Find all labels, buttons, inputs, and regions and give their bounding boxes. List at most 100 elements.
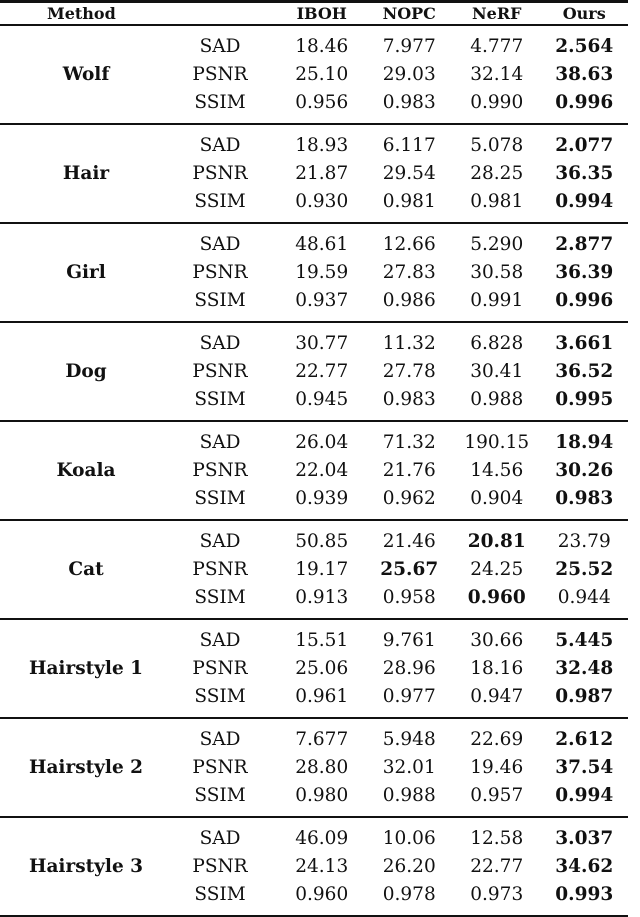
metric-label: PSNR <box>192 558 248 580</box>
metric-value-nerf: 190.15 <box>464 431 530 453</box>
metric-value-iboh: 50.85 <box>295 530 349 552</box>
band-spacer <box>0 413 628 421</box>
metric-value-ours: 0.994 <box>555 784 614 806</box>
metric-label: SSIM <box>194 190 246 212</box>
metric-value-ours: 37.54 <box>555 756 614 778</box>
metric-value-iboh: 15.51 <box>295 629 349 651</box>
metric-value-iboh: 46.09 <box>295 827 349 849</box>
metric-label: SAD <box>199 332 241 354</box>
metric-value-iboh: 0.980 <box>295 784 349 806</box>
metric-value-nopc: 26.20 <box>382 855 436 877</box>
metric-value-ours: 2.564 <box>555 35 614 57</box>
metric-value-nerf: 22.77 <box>470 855 524 877</box>
metric-label: SSIM <box>194 388 246 410</box>
metric-value-ours: 0.987 <box>555 685 614 707</box>
metric-value-iboh: 22.77 <box>295 360 349 382</box>
metric-value-iboh: 0.956 <box>295 91 349 113</box>
metric-value-iboh: 0.913 <box>295 586 349 608</box>
metric-value-ours: 0.944 <box>557 586 611 608</box>
metric-value-ours: 0.995 <box>555 388 614 410</box>
metric-value-nopc: 71.32 <box>382 431 436 453</box>
metric-value-iboh: 22.04 <box>295 459 349 481</box>
band-spacer <box>0 116 628 124</box>
column-header-nopc: NOPC <box>382 4 436 23</box>
band-spacer <box>0 710 628 718</box>
metric-value-nerf: 30.41 <box>470 360 524 382</box>
metric-value-ours: 0.993 <box>555 883 614 905</box>
metric-value-nopc: 21.46 <box>382 530 436 552</box>
metric-value-nopc: 11.32 <box>382 332 436 354</box>
band-spacer-bottom <box>0 314 628 322</box>
band-spacer <box>0 314 628 322</box>
row-group-label: Hairstyle 2 <box>28 756 144 778</box>
metric-label: SAD <box>199 134 241 156</box>
metric-value-iboh: 19.59 <box>295 261 349 283</box>
metric-value-iboh: 18.46 <box>295 35 349 57</box>
metric-label: SAD <box>199 233 241 255</box>
metric-label: SAD <box>199 35 241 57</box>
metric-value-nerf: 30.58 <box>470 261 524 283</box>
metric-value-iboh: 25.06 <box>295 657 349 679</box>
metric-label: SSIM <box>194 784 246 806</box>
row-group-label: Koala <box>56 459 116 481</box>
metric-value-nopc: 0.978 <box>382 883 436 905</box>
metric-value-nopc: 5.948 <box>382 728 436 750</box>
table-row: Hairstyle 1 SAD 15.51 9.761 30.66 5.445 <box>0 626 628 679</box>
metric-value-nerf: 6.828 <box>470 332 524 354</box>
metric-label: PSNR <box>192 63 248 85</box>
metric-label: SAD <box>199 431 241 453</box>
metric-label: SSIM <box>194 586 246 608</box>
band-spacer <box>0 512 628 520</box>
metric-value-iboh: 0.939 <box>295 487 349 509</box>
metric-value-nerf: 0.981 <box>470 190 524 212</box>
metric-value-nerf: 19.46 <box>470 756 524 778</box>
band-spacer-bottom <box>0 215 628 223</box>
metric-value-iboh: 19.17 <box>295 558 349 580</box>
metric-value-nerf: 12.58 <box>470 827 524 849</box>
metric-value-nerf: 0.904 <box>470 487 524 509</box>
metric-value-ours: 34.62 <box>555 855 614 877</box>
row-group-label: Cat <box>68 558 104 580</box>
metric-value-iboh: 48.61 <box>295 233 349 255</box>
metric-value-ours: 18.94 <box>555 431 614 453</box>
row-group-label: Girl <box>66 261 106 283</box>
metric-value-nopc: 0.958 <box>382 586 436 608</box>
metrics-comparison-table: Method IBOH NOPC NeRF Ours Wolf SAD 18.46 7.977 4… <box>0 0 628 917</box>
metric-label: SSIM <box>194 91 246 113</box>
row-group-label: Hairstyle 3 <box>28 855 144 877</box>
metric-value-nerf: 0.991 <box>470 289 524 311</box>
metric-value-nopc: 9.761 <box>382 629 436 651</box>
metric-value-nerf: 28.25 <box>470 162 524 184</box>
band-spacer-bottom <box>0 512 628 520</box>
table-row: Hairstyle 2 SAD 7.677 5.948 22.69 2.612 <box>0 725 628 778</box>
metric-value-iboh: 24.13 <box>295 855 349 877</box>
metric-label: SSIM <box>194 289 246 311</box>
band-spacer-bottom <box>0 809 628 817</box>
metric-value-nerf: 5.290 <box>470 233 524 255</box>
metric-value-ours: 3.037 <box>555 827 614 849</box>
metric-value-nopc: 27.78 <box>382 360 436 382</box>
metric-value-nerf: 18.16 <box>470 657 524 679</box>
metric-label: SSIM <box>194 685 246 707</box>
metric-value-nerf: 0.957 <box>470 784 524 806</box>
metric-value-iboh: 0.937 <box>295 289 349 311</box>
band-spacer <box>0 611 628 619</box>
metric-value-iboh: 25.10 <box>295 63 349 85</box>
metric-label: PSNR <box>192 261 248 283</box>
row-group-label: Hairstyle 1 <box>28 657 144 679</box>
metric-value-nopc: 10.06 <box>382 827 436 849</box>
band-spacer-bottom <box>0 908 628 916</box>
metric-value-ours: 0.996 <box>555 91 614 113</box>
metric-label: SAD <box>199 728 241 750</box>
metric-value-iboh: 0.930 <box>295 190 349 212</box>
metric-value-ours: 2.612 <box>555 728 614 750</box>
column-header-ours: Ours <box>562 4 606 23</box>
row-group-label: Wolf <box>62 63 110 85</box>
metric-value-ours: 23.79 <box>557 530 611 552</box>
metric-value-iboh: 21.87 <box>295 162 349 184</box>
metric-value-ours: 36.35 <box>555 162 614 184</box>
metric-value-ours: 0.983 <box>555 487 614 509</box>
metric-value-iboh: 7.677 <box>295 728 349 750</box>
metric-label: SSIM <box>194 883 246 905</box>
metric-value-iboh: 0.945 <box>295 388 349 410</box>
